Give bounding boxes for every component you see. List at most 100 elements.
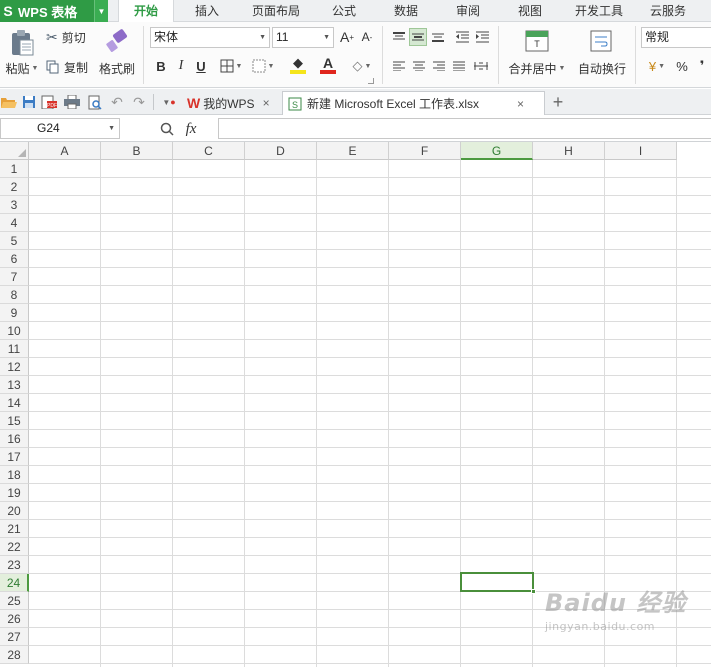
cut-button[interactable]: ✂ 剪切 — [46, 28, 94, 46]
wrap-text-button[interactable]: 自动换行 — [574, 60, 630, 76]
row-header-6[interactable]: 6 — [0, 250, 29, 268]
font-color-button[interactable]: A — [314, 54, 342, 76]
tab-formulas[interactable]: 公式 — [320, 0, 368, 22]
close-icon[interactable]: × — [517, 97, 524, 111]
decrease-indent-icon[interactable] — [453, 28, 471, 46]
name-box[interactable]: G24 ▼ — [0, 118, 120, 139]
row-header-15[interactable]: 15 — [0, 412, 29, 430]
row-header-13[interactable]: 13 — [0, 376, 29, 394]
align-bottom-icon[interactable] — [429, 28, 447, 46]
row-header-11[interactable]: 11 — [0, 340, 29, 358]
column-header-d[interactable]: D — [245, 142, 317, 160]
bold-button[interactable]: B — [152, 56, 170, 76]
tab-page-layout[interactable]: 页面布局 — [244, 0, 308, 22]
row-header-8[interactable]: 8 — [0, 286, 29, 304]
insert-function-button[interactable]: fx — [180, 119, 202, 139]
number-format-select[interactable]: 常规 — [641, 27, 711, 48]
wrap-text-icon[interactable] — [587, 28, 615, 54]
align-middle-icon[interactable] — [409, 28, 427, 46]
row-header-17[interactable]: 17 — [0, 448, 29, 466]
row-header-23[interactable]: 23 — [0, 556, 29, 574]
tab-developer[interactable]: 开发工具 — [566, 0, 632, 22]
row-header-10[interactable]: 10 — [0, 322, 29, 340]
row-header-24[interactable]: 24 — [0, 574, 29, 592]
formula-input[interactable] — [218, 118, 711, 139]
active-cell-g24[interactable] — [460, 572, 536, 594]
row-header-25[interactable]: 25 — [0, 592, 29, 610]
row-header-21[interactable]: 21 — [0, 520, 29, 538]
paste-icon[interactable] — [4, 26, 40, 60]
row-header-12[interactable]: 12 — [0, 358, 29, 376]
doc-tab-my-wps[interactable]: W 我的WPS × — [181, 91, 281, 115]
fill-handle[interactable] — [531, 589, 536, 594]
percent-format-button[interactable]: % — [673, 56, 691, 76]
font-dialog-launcher-icon[interactable] — [368, 78, 374, 84]
new-tab-button[interactable]: + — [548, 92, 568, 112]
row-header-16[interactable]: 16 — [0, 430, 29, 448]
distributed-align-icon[interactable] — [471, 56, 491, 76]
row-header-3[interactable]: 3 — [0, 196, 29, 214]
customize-toolbar-icon[interactable]: ▼ ● — [160, 94, 178, 110]
row-header-22[interactable]: 22 — [0, 538, 29, 556]
decrease-font-icon[interactable]: A- — [358, 27, 376, 47]
align-right-icon[interactable] — [430, 56, 448, 76]
column-header-f[interactable]: F — [389, 142, 461, 160]
column-header-i[interactable]: I — [605, 142, 677, 160]
copy-button[interactable]: 复制 — [46, 58, 94, 76]
tab-home[interactable]: 开始 — [118, 0, 174, 23]
tab-view[interactable]: 视图 — [506, 0, 554, 22]
redo-icon[interactable]: ↷ — [131, 94, 147, 110]
tab-data[interactable]: 数据 — [382, 0, 430, 22]
export-pdf-icon[interactable]: PDF — [40, 94, 58, 110]
underline-button[interactable]: U — [192, 56, 210, 76]
italic-button[interactable]: I — [172, 56, 190, 76]
row-header-19[interactable]: 19 — [0, 484, 29, 502]
merge-center-button[interactable]: 合并居中 ▼ — [505, 60, 569, 76]
column-header-a[interactable]: A — [29, 142, 101, 160]
clear-format-button[interactable]: ◇ ▼ — [348, 56, 376, 76]
align-left-icon[interactable] — [390, 56, 408, 76]
column-header-e[interactable]: E — [317, 142, 389, 160]
row-header-20[interactable]: 20 — [0, 502, 29, 520]
borders-button[interactable]: ▼ — [216, 56, 246, 76]
row-header-5[interactable]: 5 — [0, 232, 29, 250]
font-name-select[interactable]: 宋体 ▼ — [150, 27, 270, 48]
tab-cloud-service[interactable]: 云服务 — [640, 0, 696, 22]
print-icon[interactable] — [63, 94, 81, 110]
column-header-b[interactable]: B — [101, 142, 173, 160]
brush-icon[interactable] — [100, 26, 134, 56]
print-preview-icon[interactable] — [86, 94, 104, 110]
fill-color-button[interactable]: ◆ — [284, 54, 312, 76]
column-header-c[interactable]: C — [173, 142, 245, 160]
merge-center-icon[interactable]: T — [522, 28, 552, 54]
row-header-2[interactable]: 2 — [0, 178, 29, 196]
comma-format-button[interactable]: ❜ — [695, 56, 709, 76]
row-header-28[interactable]: 28 — [0, 646, 29, 664]
row-header-4[interactable]: 4 — [0, 214, 29, 232]
format-painter-button[interactable]: 格式刷 — [96, 60, 138, 76]
row-header-1[interactable]: 1 — [0, 160, 29, 178]
row-header-26[interactable]: 26 — [0, 610, 29, 628]
column-header-g[interactable]: G — [461, 142, 533, 160]
fill-pattern-button[interactable]: ▼ — [248, 56, 278, 76]
paste-button[interactable]: 粘贴 ▼ — [2, 60, 42, 76]
select-all-button[interactable] — [0, 142, 29, 160]
tab-insert[interactable]: 插入 — [180, 0, 234, 22]
increase-indent-icon[interactable] — [473, 28, 491, 46]
align-center-icon[interactable] — [410, 56, 428, 76]
undo-icon[interactable]: ↶ — [109, 94, 125, 110]
currency-format-button[interactable]: ¥ ▼ — [644, 56, 670, 76]
close-icon[interactable]: × — [263, 96, 270, 110]
row-header-27[interactable]: 27 — [0, 628, 29, 646]
row-header-9[interactable]: 9 — [0, 304, 29, 322]
increase-font-icon[interactable]: A + — [338, 27, 356, 47]
row-header-14[interactable]: 14 — [0, 394, 29, 412]
row-header-7[interactable]: 7 — [0, 268, 29, 286]
tab-review[interactable]: 审阅 — [444, 0, 492, 22]
column-header-h[interactable]: H — [533, 142, 605, 160]
row-header-18[interactable]: 18 — [0, 466, 29, 484]
open-folder-icon[interactable] — [0, 94, 18, 110]
zoom-search-icon[interactable] — [158, 119, 176, 139]
chevron-down-icon[interactable]: ▼ — [94, 0, 108, 22]
save-icon[interactable] — [21, 94, 37, 110]
